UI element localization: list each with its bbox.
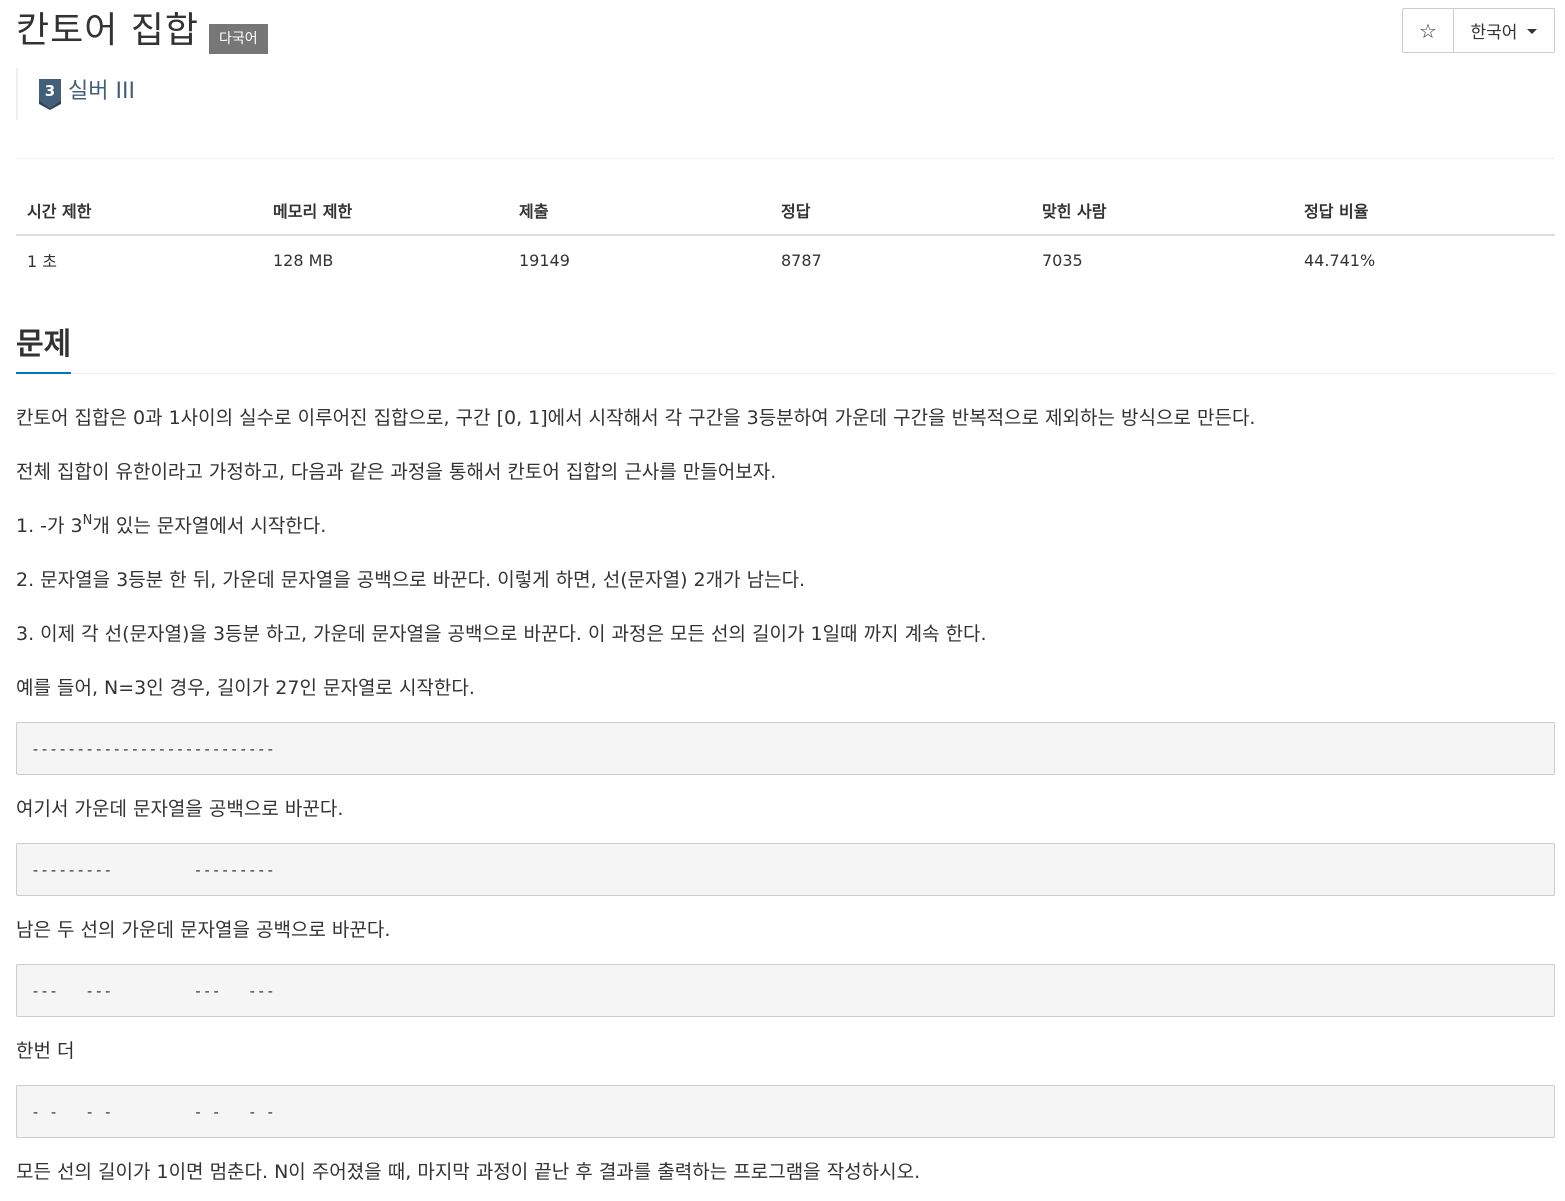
value-solvers: 7035: [1042, 250, 1083, 270]
step1-prefix: 1. -가 3: [16, 515, 83, 537]
problem-paragraph: 2. 문자열을 3등분 한 뒤, 가운데 문자열을 공백으로 바꾼다. 이렇게 …: [16, 569, 806, 591]
step1-suffix: 개 있는 문자열에서 시작한다.: [92, 515, 327, 537]
problem-paragraph: 칸토어 집합은 0과 1사이의 실수로 이루어진 집합으로, 구간 [0, 1]…: [16, 407, 1256, 429]
tier-block: 3 실버 III: [16, 68, 135, 120]
header-divider: [16, 158, 1555, 159]
tier-level-number: 3: [45, 82, 55, 100]
header-submissions: 제출: [508, 186, 770, 236]
problem-paragraph: 예를 들어, N=3인 경우, 길이가 27인 문자열로 시작한다.: [16, 677, 475, 699]
silver-tier-icon: 3: [39, 79, 61, 110]
table-row: 1 초 128 MB 19149 8787 7035 44.741%: [16, 235, 1555, 284]
header-accepted: 정답: [770, 186, 1031, 236]
problem-description: 칸토어 집합은 0과 1사이의 실수로 이루어진 집합으로, 구간 [0, 1]…: [16, 404, 1555, 1201]
value-memory-limit: 128 MB: [273, 250, 334, 270]
header-time-limit: 시간 제한: [16, 186, 262, 236]
problem-page: 칸토어 집합 다국어 ☆ 한국어 3 실버 III 시간 제한 메모리 제한 제…: [16, 0, 1555, 1183]
code-block: --- --- --- ---: [16, 964, 1555, 1017]
section-title: 문제: [16, 322, 72, 374]
language-label: 한국어: [1470, 23, 1518, 43]
title-row: 칸토어 집합 다국어 ☆ 한국어: [16, 0, 1555, 62]
problem-paragraph: 한번 더: [16, 1040, 75, 1062]
problem-info-table: 시간 제한 메모리 제한 제출 정답 맞힌 사람 정답 비율 1 초 128 M…: [16, 186, 1555, 284]
value-submissions: 19149: [519, 250, 570, 270]
caret-down-icon: [1527, 29, 1538, 34]
header-accept-ratio: 정답 비율: [1293, 186, 1555, 236]
table-header-row: 시간 제한 메모리 제한 제출 정답 맞힌 사람 정답 비율: [16, 186, 1555, 236]
problem-paragraph: 전체 집합이 유한이라고 가정하고, 다음과 같은 과정을 통해서 칸토어 집합…: [16, 461, 777, 483]
value-accepted: 8787: [781, 250, 822, 270]
problem-paragraph: 남은 두 선의 가운데 문자열을 공백으로 바꾼다.: [16, 919, 391, 941]
problem-paragraph: 모든 선의 길이가 1이면 멈춘다. N이 주어졌을 때, 마지막 과정이 끝난…: [16, 1161, 921, 1183]
step1-superscript: N: [82, 513, 93, 528]
problem-paragraph: 여기서 가운데 문자열을 공백으로 바꾼다.: [16, 798, 344, 820]
problem-section-header: 문제: [16, 322, 1555, 374]
problem-paragraph: 1. -가 3N개 있는 문자열에서 시작한다.: [16, 512, 1555, 540]
header-memory-limit: 메모리 제한: [262, 186, 508, 236]
code-block: ---------------------------: [16, 722, 1555, 775]
code-block: - - - - - - - -: [16, 1085, 1555, 1138]
value-accept-ratio: 44.741%: [1304, 250, 1376, 270]
page-title: 칸토어 집합: [16, 10, 200, 51]
tier-link[interactable]: 실버 III: [68, 78, 135, 106]
code-block: --------- ---------: [16, 843, 1555, 896]
header-button-group: ☆ 한국어: [1402, 8, 1555, 53]
star-icon: ☆: [1419, 18, 1437, 43]
header-solvers: 맞힌 사람: [1031, 186, 1293, 236]
language-dropdown[interactable]: 한국어: [1454, 9, 1554, 52]
problem-paragraph: 3. 이제 각 선(문자열)을 3등분 하고, 가운데 문자열을 공백으로 바꾼…: [16, 623, 987, 645]
favorite-star-button[interactable]: ☆: [1403, 9, 1454, 52]
value-time-limit: 1 초: [27, 252, 57, 271]
multilingual-badge: 다국어: [209, 24, 268, 54]
